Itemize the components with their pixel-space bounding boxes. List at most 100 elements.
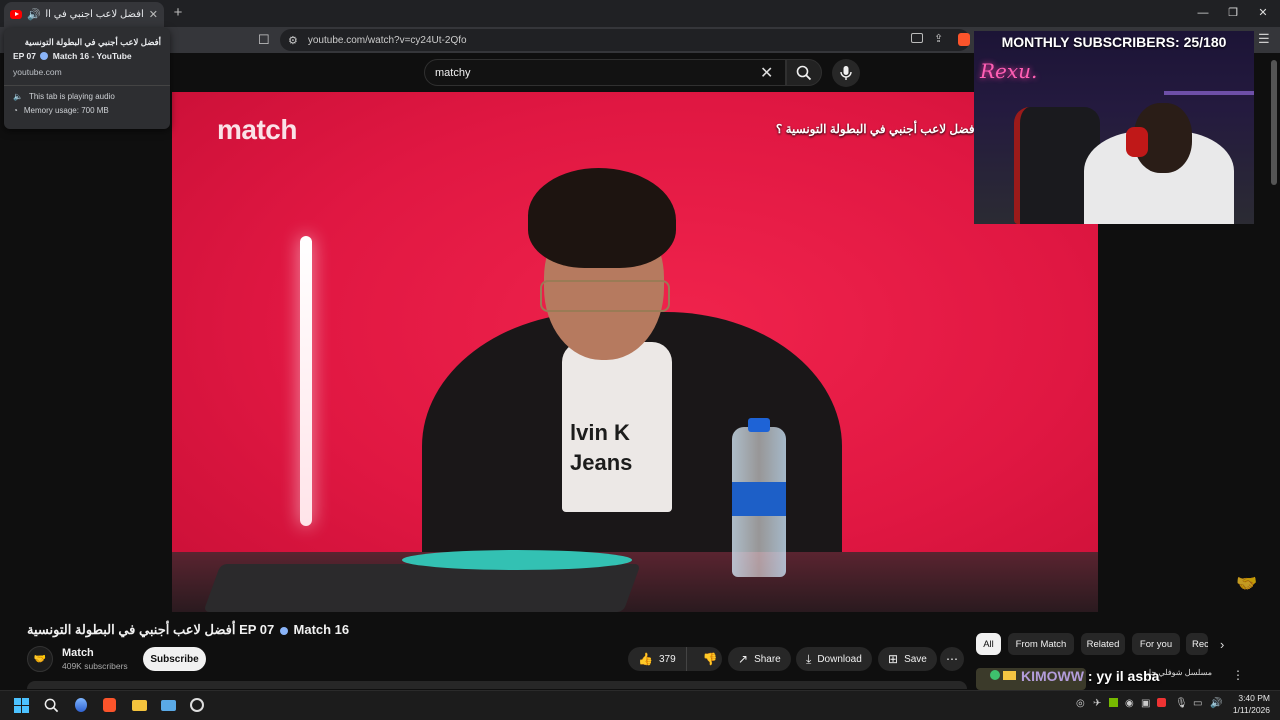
brave-browser-icon[interactable]	[98, 694, 120, 716]
taskbar-clock[interactable]: 3:40 PM 1/11/2026	[1226, 692, 1270, 716]
obs-icon[interactable]	[186, 694, 208, 716]
download-button[interactable]: ⤓ Download	[796, 647, 872, 671]
close-window-icon[interactable]: ✕	[1248, 4, 1278, 22]
like-dislike-group: 👍 379 👎	[628, 647, 722, 671]
share-button[interactable]: ↗ Share	[728, 647, 791, 671]
clock-date: 1/11/2026	[1232, 705, 1270, 715]
clock-time: 3:40 PM	[1238, 693, 1270, 703]
chip-from-match[interactable]: From Match	[1008, 633, 1074, 655]
webcam-headset	[1126, 127, 1148, 157]
memory-icon: ◔	[13, 106, 18, 115]
video-bottle-cap	[748, 418, 770, 432]
copilot-icon[interactable]	[70, 694, 92, 716]
hovercard-site: youtube.com	[13, 67, 62, 77]
browser-tab[interactable]: 🔊 أفضل لاعب أجنبي في البطولة ✕	[4, 2, 164, 27]
video-table-mat	[203, 564, 641, 612]
taskbar-search-icon[interactable]	[40, 694, 62, 716]
channel-avatar[interactable]: 🤝	[27, 646, 53, 672]
chip-for-you[interactable]: For you	[1132, 633, 1180, 655]
browser-tab-strip	[0, 0, 1280, 27]
video-title: أفضل لاعب أجنبي في البطولة التونسية EP 0…	[27, 622, 350, 637]
menu-icon[interactable]: ☰	[1258, 31, 1270, 47]
tray-wifi-icon[interactable]: ✈	[1093, 698, 1101, 709]
webcam-shelf	[1164, 91, 1254, 95]
new-tab-button[interactable]: +	[170, 4, 186, 22]
save-icon: ⊞	[888, 652, 899, 666]
site-settings-icon[interactable]: ⚙	[288, 34, 298, 47]
hovercard-subtitle: EP 07 Match 16 - YouTube	[13, 51, 132, 61]
tab-close-icon[interactable]: ✕	[149, 8, 158, 21]
video-light-tube	[300, 236, 312, 526]
video-person-glasses	[540, 280, 670, 312]
hovercard-memory-row: ◔ Memory usage: 700 MB	[13, 106, 109, 115]
thumbs-down-icon: 👎	[702, 652, 718, 666]
hovercard-audio-row: 🔈 This tab is playing audio	[13, 92, 115, 101]
channel-name[interactable]: Match	[62, 647, 94, 659]
webcam-overlay: Rexu. MONTHLY SUBSCRIBERS: 25/180	[974, 31, 1254, 224]
clear-search-icon[interactable]: ✕	[760, 63, 773, 83]
voice-search-button[interactable]	[832, 59, 860, 87]
share-icon: ↗	[738, 652, 749, 666]
photos-icon[interactable]	[157, 694, 179, 716]
file-explorer-icon[interactable]	[128, 694, 150, 716]
tray-network-icon[interactable]: ▭	[1193, 698, 1202, 709]
thumbs-up-icon: 👍	[638, 652, 653, 666]
chip-all[interactable]: All	[976, 633, 1001, 655]
tray-mic-icon[interactable]: 🎙	[1175, 698, 1188, 709]
soccer-ball-icon	[279, 627, 288, 635]
youtube-favicon-icon	[10, 10, 22, 19]
chip-recent[interactable]: Rec	[1186, 633, 1208, 655]
save-button[interactable]: ⊞ Save	[878, 647, 937, 671]
subscribe-button[interactable]: Subscribe	[143, 647, 206, 671]
chat-message: KIMOWW : yy il asba	[990, 668, 1159, 684]
webcam-neon-sign: Rexu.	[980, 59, 1038, 83]
verified-badge-icon	[990, 670, 1000, 680]
chat-username: KIMOWW	[1021, 668, 1084, 684]
address-bar[interactable]: ⚙ youtube.com/watch?v=cy24Ut-2Qfo	[280, 29, 970, 51]
soccer-ball-icon	[40, 52, 49, 60]
search-icon	[796, 65, 812, 80]
restore-icon[interactable]: ❐	[1218, 4, 1248, 22]
monthly-subscribers-counter: MONTHLY SUBSCRIBERS: 25/180	[1001, 34, 1227, 50]
minimize-icon[interactable]: —	[1188, 4, 1218, 22]
search-input[interactable]: matchy	[424, 59, 786, 86]
tray-volume-icon[interactable]: 🔊	[1210, 698, 1222, 709]
video-card	[402, 550, 632, 570]
url-text: youtube.com/watch?v=cy24Ut-2Qfo	[307, 34, 467, 46]
tray-nvidia-icon[interactable]	[1109, 698, 1118, 710]
video-logo: match	[217, 114, 297, 145]
video-caption: أفضل لاعب أجنبي في البطولة التونسية ؟	[775, 122, 978, 136]
crown-badge-icon	[1003, 671, 1016, 680]
download-icon: ⤓	[806, 651, 812, 666]
tray-xbox-icon[interactable]: ◎	[1076, 698, 1085, 709]
chip-related[interactable]: Related	[1081, 633, 1125, 655]
page-scrollbar[interactable]	[1271, 60, 1277, 185]
subscriber-count: 409K subscribers	[62, 661, 128, 671]
video-shirt-text: lvin K Jeans	[570, 420, 633, 475]
bookmark-icon[interactable]: ☐	[258, 32, 270, 48]
hovercard-title: أفضل لاعب أجنبي في البطولة التونسية	[24, 37, 161, 47]
video-bottle-label	[732, 482, 786, 516]
dislike-button[interactable]: 👎	[693, 652, 728, 666]
recommendation-more-icon[interactable]: ⋮	[1232, 668, 1244, 682]
tab-hover-card: أفضل لاعب أجنبي في البطولة التونسية EP 0…	[4, 28, 170, 129]
handshake-watermark-icon: 🤝	[1236, 574, 1258, 593]
like-button[interactable]: 👍 379	[628, 647, 687, 671]
like-count: 379	[658, 653, 676, 665]
video-player[interactable]: match أفضل لاعب أجنبي في البطولة التونسي…	[172, 92, 1098, 612]
more-actions-icon[interactable]: ⋯	[940, 647, 964, 671]
start-button[interactable]	[10, 694, 32, 716]
brave-shield-icon[interactable]	[958, 33, 970, 46]
chevron-right-icon[interactable]: ›	[1220, 637, 1224, 652]
tray-app-icon[interactable]: ▣	[1141, 698, 1150, 709]
description-box[interactable]	[27, 681, 967, 689]
tray-discord-icon[interactable]: ◉	[1125, 698, 1134, 709]
search-query: matchy	[435, 66, 471, 79]
cast-icon[interactable]	[911, 33, 923, 46]
search-button[interactable]	[786, 59, 822, 86]
speaker-icon[interactable]: 🔊	[27, 8, 41, 21]
share-page-icon[interactable]: ⇪	[934, 32, 943, 45]
tray-record-icon[interactable]	[1157, 698, 1166, 710]
microphone-icon	[840, 66, 852, 80]
hovercard-divider	[4, 85, 170, 86]
